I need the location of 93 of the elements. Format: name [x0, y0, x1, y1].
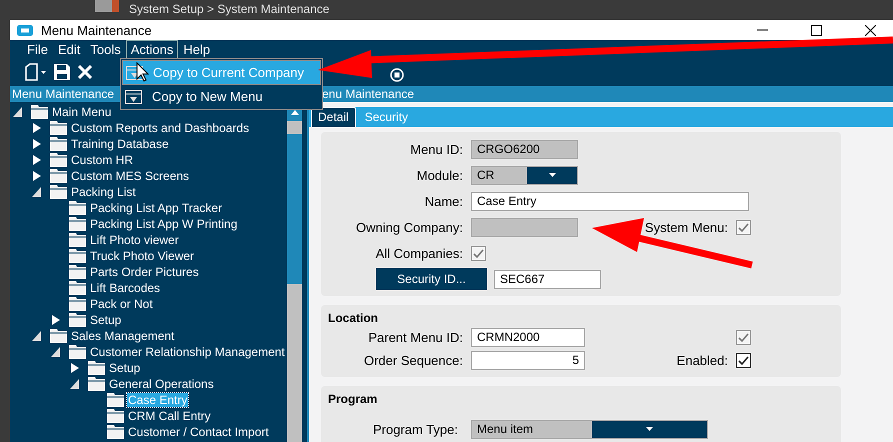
tree-item[interactable]: Lift Barcodes [89, 281, 162, 295]
window-icon [17, 24, 33, 36]
folder-icon [69, 313, 86, 327]
folder-icon [50, 169, 67, 183]
collapse-icon[interactable] [50, 347, 61, 357]
section-title: Program [327, 392, 378, 406]
tree-item[interactable]: Packing List App Tracker [89, 201, 224, 215]
breadcrumb: System Setup > System Maintenance [129, 1, 330, 17]
expand-icon[interactable] [69, 363, 80, 373]
security-id-button[interactable]: Security ID... [376, 268, 487, 290]
field-label: Name: [424, 194, 464, 208]
tree-item[interactable]: Setup [108, 361, 142, 375]
mouse-cursor-icon [136, 62, 150, 82]
collapse-icon[interactable] [31, 331, 42, 341]
tree-item[interactable]: Sales Management [70, 329, 176, 343]
delete-icon[interactable] [78, 65, 92, 79]
field-label: System Menu: [644, 220, 729, 234]
folder-icon [31, 105, 48, 119]
window-title: Menu Maintenance [41, 22, 152, 38]
folder-icon [69, 217, 86, 231]
expand-icon[interactable] [31, 139, 42, 149]
tree-item[interactable]: Lift Photo viewer [89, 233, 180, 247]
dropdown[interactable]: Menu item [471, 420, 708, 438]
tree-item[interactable]: Packing List App W Printing [89, 217, 238, 231]
folder-icon [50, 137, 67, 151]
tree-item[interactable]: CRM Call Entry [127, 409, 212, 423]
app-icon [95, 0, 119, 12]
input-field[interactable] [471, 218, 578, 236]
dropdown[interactable]: CR [471, 166, 578, 184]
folder-icon [50, 329, 67, 343]
folder-icon [107, 409, 124, 423]
checkbox[interactable] [736, 352, 751, 368]
tree-item[interactable]: Training Database [70, 137, 170, 151]
tree-item[interactable]: Customer / Contact Import [127, 425, 270, 439]
folder-icon [88, 377, 105, 391]
input-field[interactable]: SEC667 [494, 270, 601, 288]
menu-item[interactable]: Edit [52, 40, 86, 58]
collapse-icon[interactable] [31, 187, 42, 197]
window-icon [125, 90, 142, 104]
section-title: Location [327, 311, 379, 325]
tree-item[interactable]: General Operations [108, 377, 215, 391]
folder-icon [69, 265, 86, 279]
tab[interactable]: Detail [311, 107, 356, 127]
input-field[interactable]: Case Entry [471, 192, 749, 210]
expand-icon[interactable] [50, 315, 61, 325]
new-document-icon[interactable] [24, 63, 46, 81]
field-label: Module: [416, 168, 464, 182]
tree-item[interactable]: Packing List [70, 185, 137, 199]
input-field[interactable]: CRMN2000 [471, 328, 585, 346]
field-label: Order Sequence: [362, 352, 464, 368]
menu-item[interactable]: Help [178, 40, 216, 58]
collapse-icon[interactable] [12, 107, 23, 117]
window-icon [126, 66, 143, 80]
tree-item[interactable]: Custom MES Screens [70, 169, 190, 183]
tree-item[interactable]: Truck Photo Viewer [89, 249, 196, 263]
expand-icon[interactable] [31, 123, 42, 133]
menu-item[interactable]: File [22, 40, 53, 58]
minimize-icon[interactable] [756, 29, 768, 31]
input-field[interactable]: CRGO6200 [471, 140, 578, 158]
input-field[interactable]: 5 [471, 350, 585, 370]
field-label: Enabled: [676, 352, 729, 368]
folder-icon [88, 361, 105, 375]
folder-icon [107, 425, 124, 439]
folder-icon [50, 153, 67, 167]
folder-icon [69, 201, 86, 215]
tree-item[interactable]: Customer Relationship Management [89, 345, 286, 359]
expand-icon[interactable] [31, 155, 42, 165]
folder-icon [69, 297, 86, 311]
folder-icon [69, 345, 86, 359]
stop-icon[interactable] [390, 68, 404, 82]
folder-icon [69, 281, 86, 295]
save-icon[interactable] [54, 64, 70, 80]
tree-item[interactable]: Pack or Not [89, 297, 154, 311]
folder-icon [107, 393, 124, 407]
menu-item[interactable]: Tools [85, 40, 126, 58]
expand-icon[interactable] [31, 171, 42, 181]
field-label: All Companies: [374, 246, 464, 260]
folder-icon [69, 249, 86, 263]
maximize-icon[interactable] [810, 24, 822, 36]
field-label: Menu ID: [409, 142, 464, 156]
field-label: Parent Menu ID: [367, 330, 464, 344]
tree-item[interactable]: Setup [89, 313, 122, 327]
field-label: Program Type: [372, 422, 459, 436]
tree-item[interactable]: Parts Order Pictures [89, 265, 200, 279]
close-icon[interactable] [864, 24, 876, 36]
tree-item[interactable]: Custom HR [70, 153, 134, 167]
tree-item[interactable]: Main Menu [51, 105, 112, 119]
field-label: Owning Company: [355, 220, 464, 234]
tree-item[interactable]: Custom Reports and Dashboards [70, 121, 250, 135]
collapse-icon[interactable] [69, 379, 80, 389]
folder-icon [50, 121, 67, 135]
folder-icon [50, 185, 67, 199]
folder-icon [69, 233, 86, 247]
